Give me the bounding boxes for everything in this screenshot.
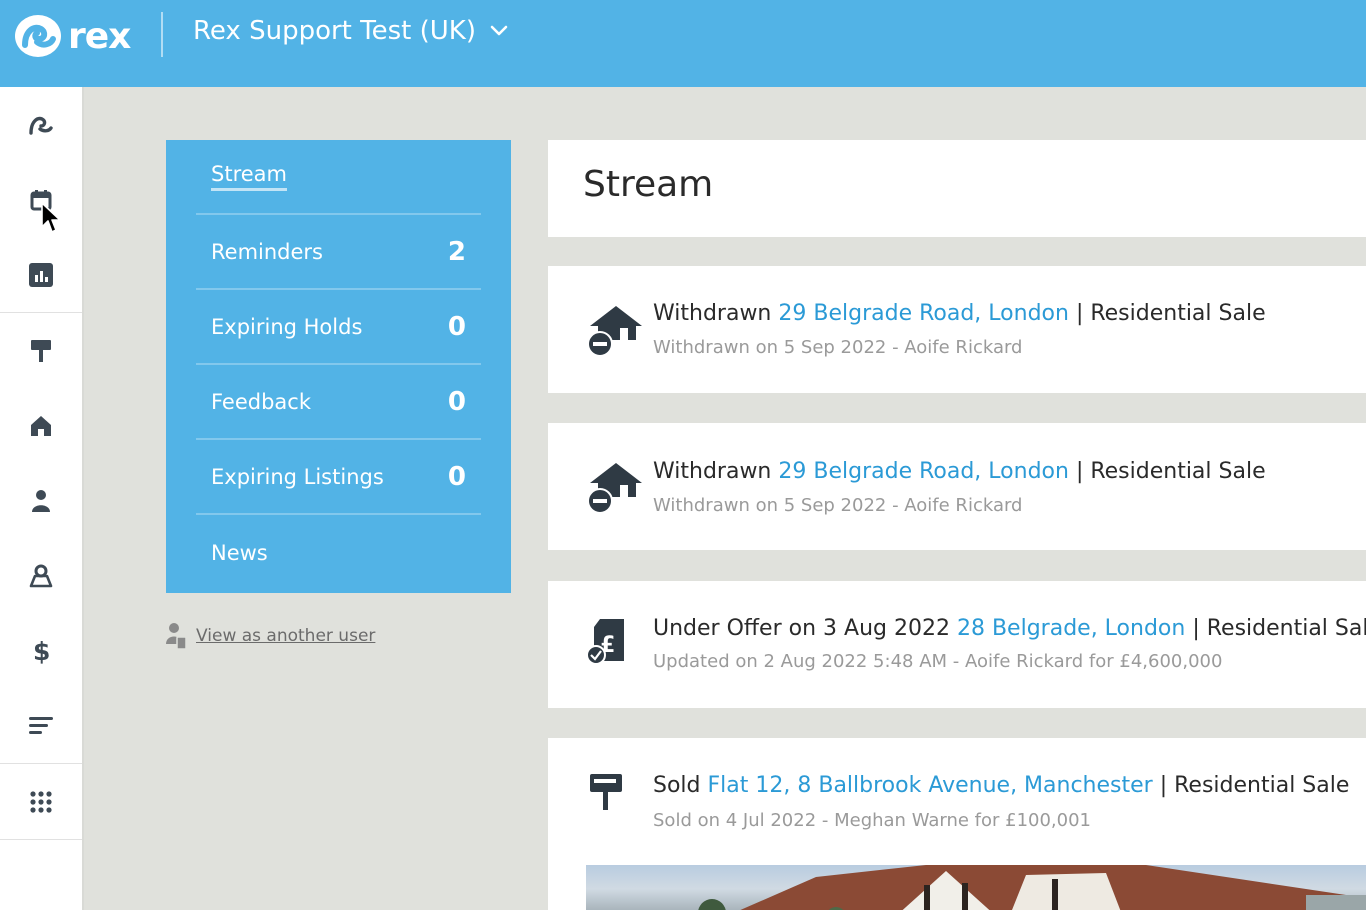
lists-icon [29,716,53,734]
nav-group-apps [0,764,82,840]
stream-card: Sold Flat 12, 8 Ballbrook Avenue, Manche… [548,738,1366,910]
nav-contacts[interactable] [0,463,82,538]
panel-item-count: 0 [447,461,466,492]
nav-map[interactable] [0,538,82,613]
panel-item-stream[interactable]: Stream [196,140,481,215]
reports-icon [29,262,53,287]
card-title: Sold Flat 12, 8 Ballbrook Avenue, Manche… [653,773,1349,798]
contacts-person-icon [32,489,50,512]
nav-group-records: $ [0,313,82,764]
card-type: | Residential Sale [1075,459,1266,484]
nav-reports[interactable] [0,237,82,312]
panel-item-news[interactable]: News [196,515,481,590]
card-type: | Residential Sale [1075,301,1266,326]
apps-grid-icon [30,790,52,813]
card-subtitle: Sold on 4 Jul 2022 - Meghan Warne for £1… [653,810,1092,831]
view-as-label: View as another user [196,626,376,646]
panel-item-label: News [211,540,268,565]
nav-group-primary [0,87,82,313]
card-type: | Residential Sale [1159,773,1350,798]
stream-card: Withdrawn 29 Belgrade Road, London | Res… [548,423,1366,550]
property-link[interactable]: Flat 12, 8 Ballbrook Avenue, Manchester [708,773,1153,798]
withdrawn-house-icon [587,463,642,514]
property-photo-image [698,865,1366,910]
card-subtitle: Withdrawn on 5 Sep 2022 - Aoife Rickard [653,337,1023,358]
property-photo[interactable] [586,865,1366,910]
stream-filter-panel: Stream Reminders 2 Expiring Holds 0 Feed… [166,140,511,593]
stream-header: Stream [548,140,1366,237]
card-status: Withdrawn [653,459,772,484]
nav-properties[interactable] [0,388,82,463]
property-link[interactable]: 28 Belgrade, London [957,616,1185,641]
switch-user-icon [166,623,187,650]
nav-finance[interactable]: $ [0,613,82,688]
panel-item-label: Feedback [211,389,312,414]
nav-apps[interactable] [0,764,82,839]
panel-item-reminders[interactable]: Reminders 2 [196,215,481,290]
panel-item-label: Expiring Listings [211,464,384,489]
under-offer-pound-icon: £ [586,619,624,665]
panel-item-count: 0 [447,311,466,342]
card-title: Under Offer on 3 Aug 2022 28 Belgrade, L… [653,616,1366,641]
svg-text:$: $ [33,637,50,665]
panel-item-expiring-listings[interactable]: Expiring Listings 0 [196,440,481,515]
withdrawn-house-icon [587,306,642,357]
rex-logo[interactable]: rex [15,14,131,58]
finance-dollar-icon: $ [33,637,50,665]
card-type: | Residential Sale [1192,616,1366,641]
panel-item-expiring-holds[interactable]: Expiring Holds 0 [196,290,481,365]
header-divider [161,12,163,57]
stream-card: £ Under Offer on 3 Aug 2022 28 Belgrade,… [548,581,1366,708]
card-status: Sold [653,773,701,798]
property-link[interactable]: 29 Belgrade Road, London [778,301,1069,326]
nav-listings[interactable] [0,313,82,388]
page-title: Stream [583,164,714,205]
account-name: Rex Support Test (UK) [193,16,476,46]
panel-item-count: 2 [447,236,466,267]
account-switcher[interactable]: Rex Support Test (UK) [193,16,508,46]
panel-item-label: Stream [211,162,287,191]
mouse-cursor-icon [41,202,61,233]
nav-home[interactable] [0,87,82,162]
card-subtitle: Updated on 2 Aug 2022 5:48 AM - Aoife Ri… [653,651,1223,672]
panel-item-count: 0 [447,386,466,417]
sold-sign-icon [590,774,622,810]
map-pin-icon [29,564,53,587]
listings-sign-icon [31,339,51,362]
logo-text: rex [68,15,131,57]
top-bar: rex Rex Support Test (UK) [0,0,1366,87]
panel-item-label: Reminders [211,239,323,264]
panel-item-feedback[interactable]: Feedback 0 [196,365,481,440]
properties-house-icon [31,415,51,436]
chevron-down-icon [490,25,508,36]
card-subtitle: Withdrawn on 5 Sep 2022 - Aoife Rickard [653,495,1023,516]
property-link[interactable]: 29 Belgrade Road, London [778,459,1069,484]
home-icon [29,116,53,135]
panel-item-label: Expiring Holds [211,314,363,339]
card-status: Withdrawn [653,301,772,326]
stream-card: Withdrawn 29 Belgrade Road, London | Res… [548,266,1366,393]
card-title: Withdrawn 29 Belgrade Road, London | Res… [653,301,1266,326]
nav-lists[interactable] [0,688,82,763]
rex-logo-mark [15,15,61,57]
card-status: Under Offer on 3 Aug 2022 [653,616,950,641]
view-as-another-user-link[interactable]: View as another user [166,622,375,650]
card-title: Withdrawn 29 Belgrade Road, London | Res… [653,459,1266,484]
